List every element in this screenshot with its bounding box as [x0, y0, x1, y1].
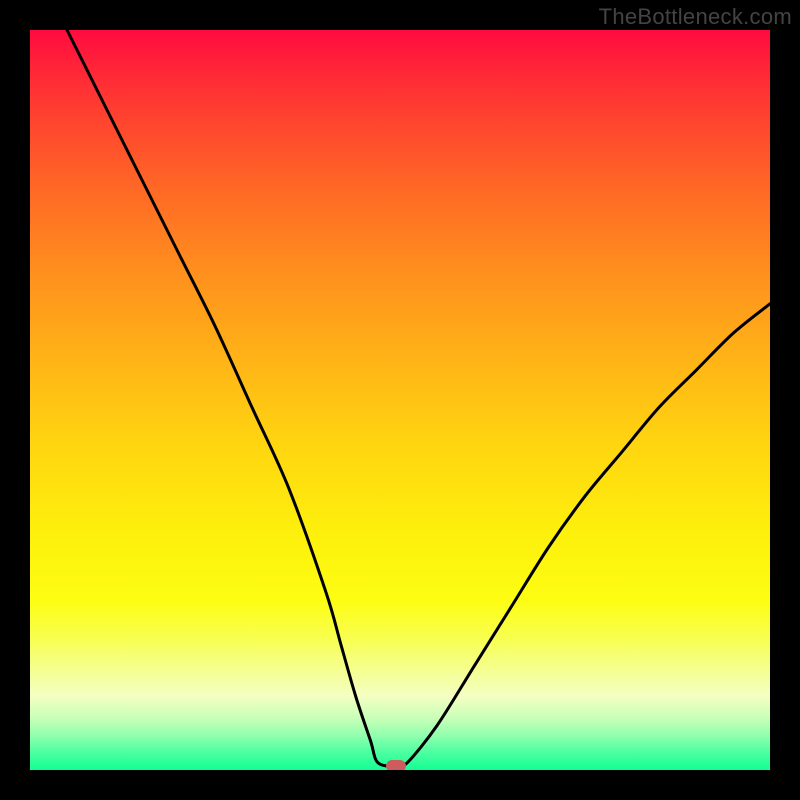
- chart-frame: TheBottleneck.com: [0, 0, 800, 800]
- optimum-marker: [386, 760, 406, 770]
- bottleneck-curve: [30, 30, 770, 770]
- watermark-text: TheBottleneck.com: [599, 4, 792, 30]
- plot-area: [30, 30, 770, 770]
